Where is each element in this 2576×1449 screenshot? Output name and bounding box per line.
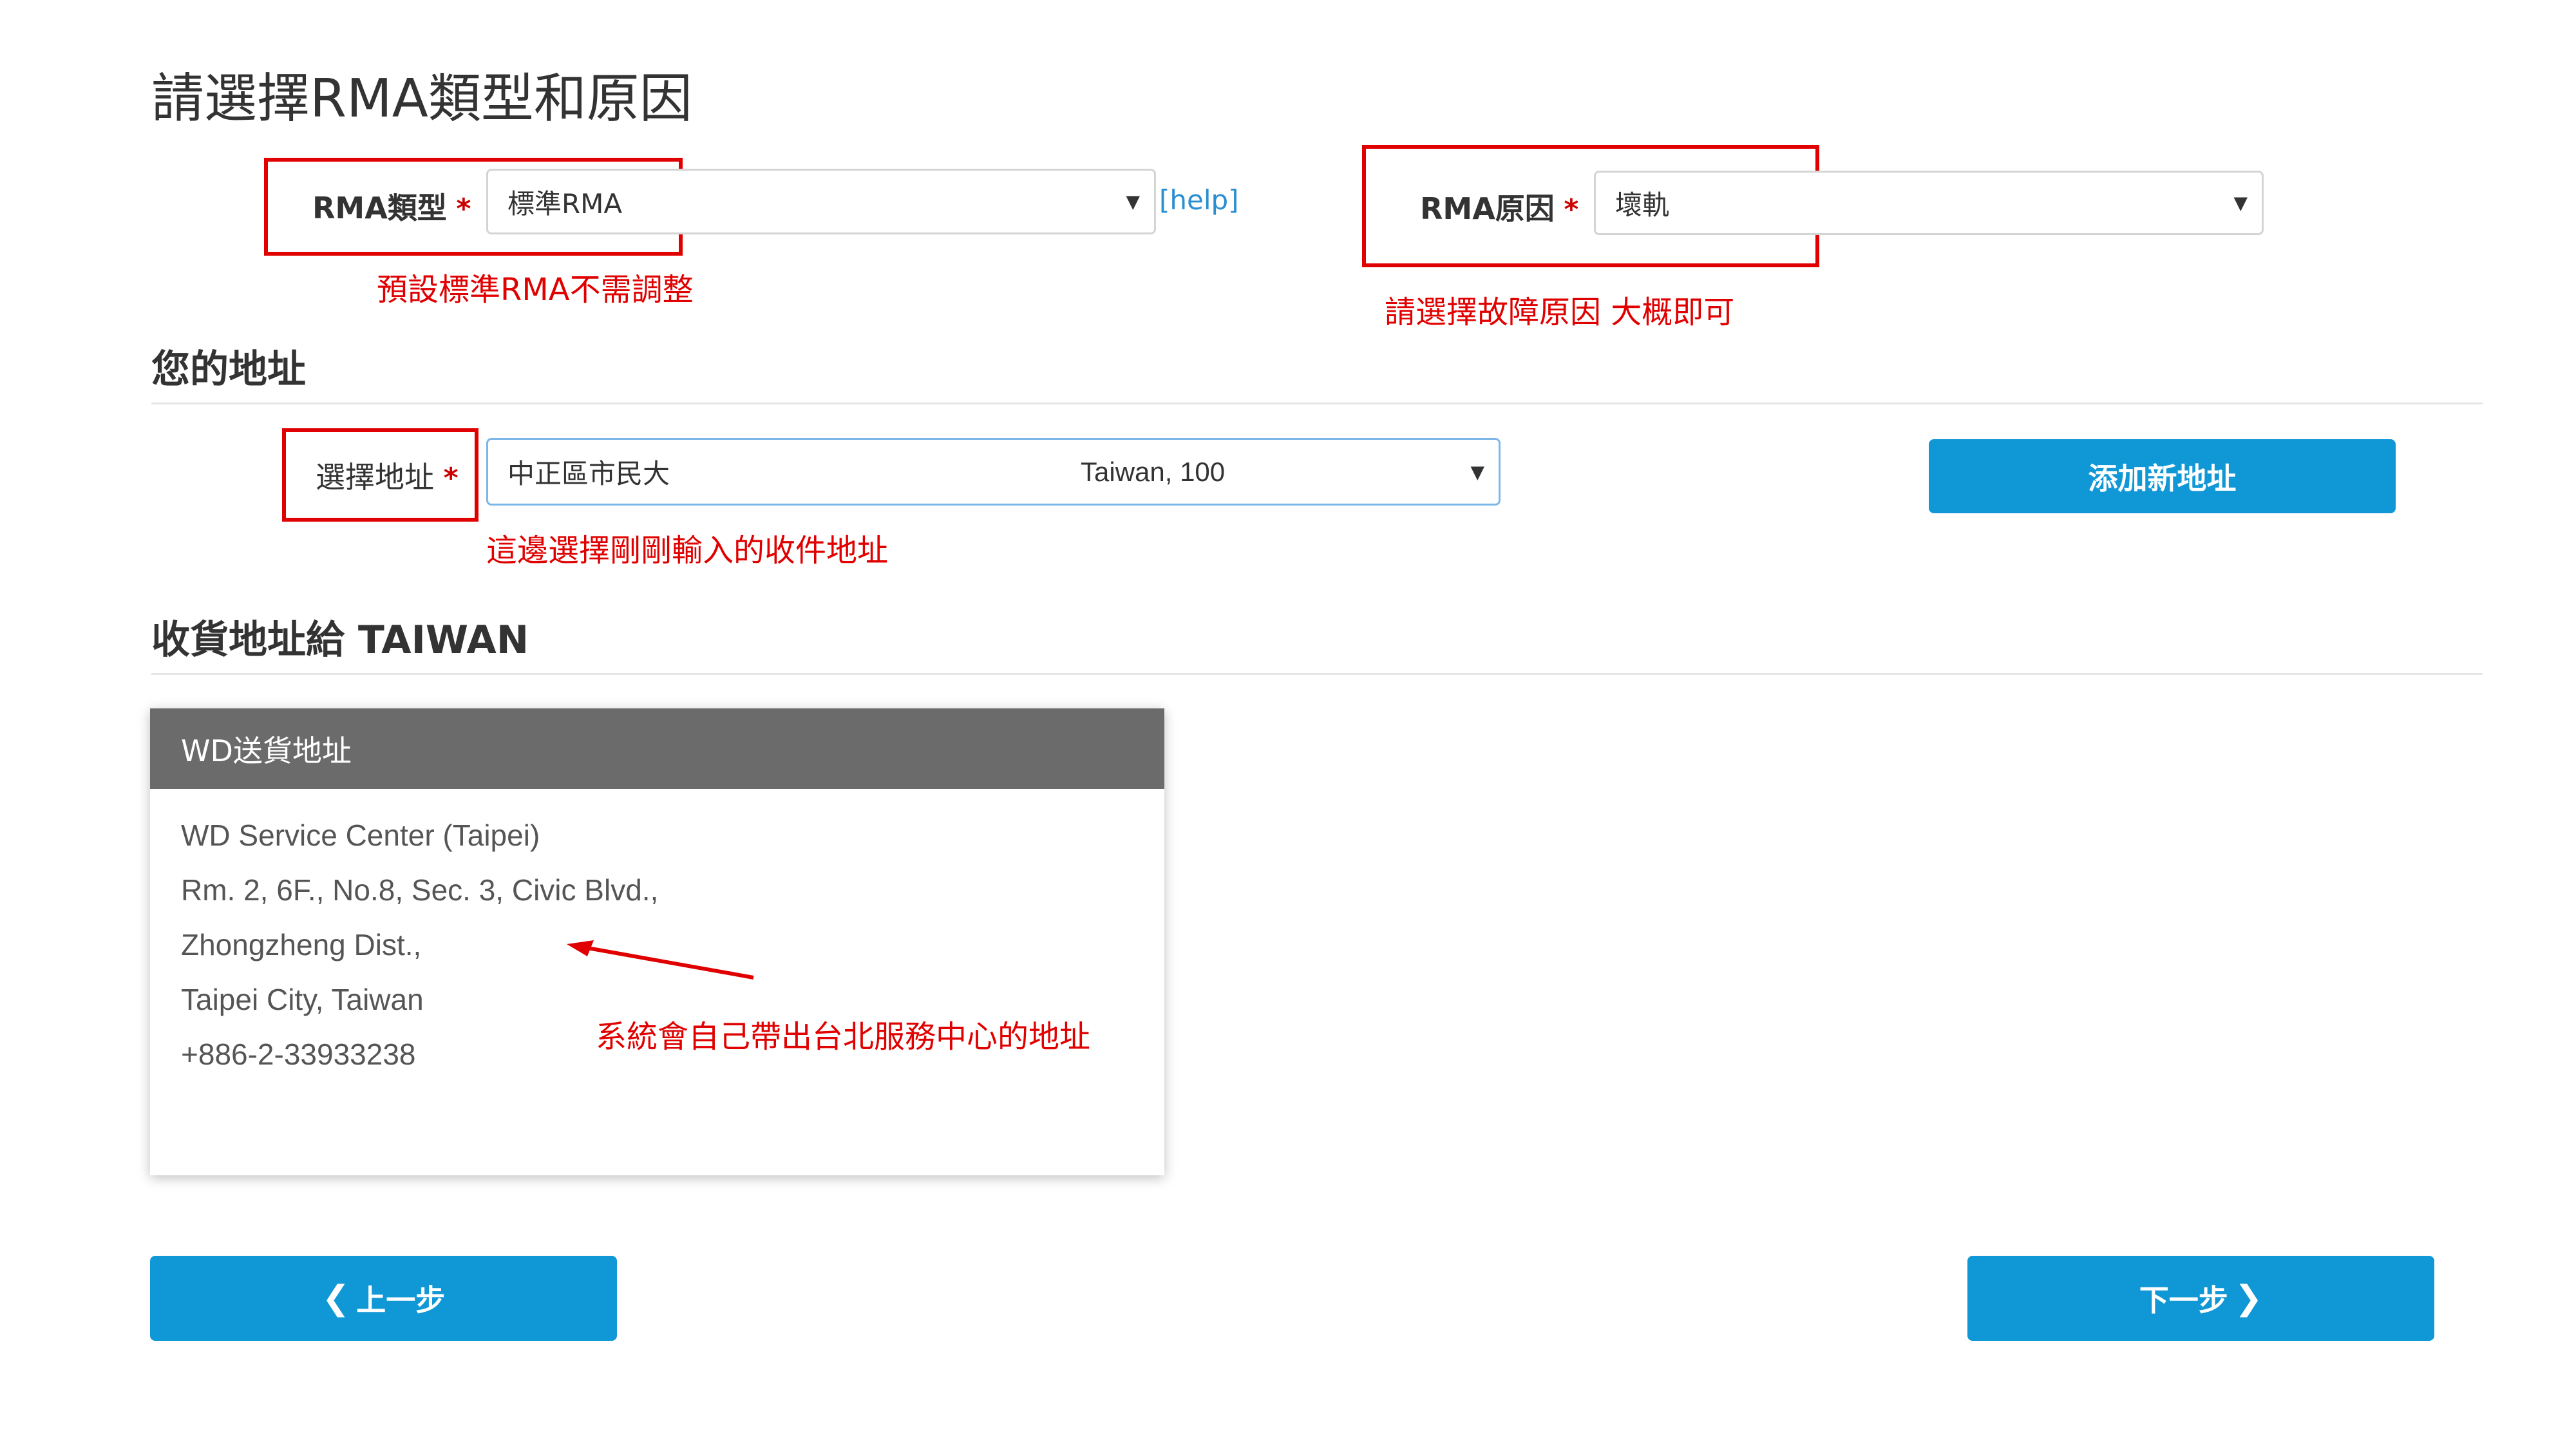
address-note: 這邊選擇剛剛輸入的收件地址 [486, 533, 889, 569]
address-line: Rm. 2, 6F., No.8, Sec. 3, Civic Blvd., [181, 873, 659, 907]
add-address-button[interactable]: 添加新地址 [1929, 439, 2396, 513]
shipping-heading: 收貨地址給 TAIWAN [151, 618, 529, 663]
rma-type-select[interactable]: 標準RMA ▼ [486, 169, 1156, 234]
address-line: WD Service Center (Taipei) [181, 819, 540, 852]
rma-reason-note: 請選擇故障原因 大概即可 [1385, 294, 1735, 330]
chevron-down-icon: ▼ [1470, 461, 1484, 482]
card-title: WD送貨地址 [150, 708, 1164, 789]
chevron-down-icon: ▼ [1126, 191, 1140, 213]
address-select[interactable]: 中正區市民大 Taiwan, 100 ▼ [486, 438, 1501, 506]
divider [151, 402, 2483, 404]
next-button[interactable]: 下一步 ❯ [1967, 1256, 2434, 1341]
rma-type-label: RMA類型 * [312, 191, 471, 225]
help-link[interactable]: [help] [1159, 184, 1239, 216]
chevron-left-icon: ❮ [321, 1279, 350, 1318]
shipping-annotation: 系統會自己帶出台北服務中心的地址 [596, 1019, 1091, 1055]
divider [151, 673, 2483, 675]
rma-reason-select[interactable]: 壞軌 ▼ [1594, 171, 2264, 235]
prev-button[interactable]: ❮ 上一步 [150, 1256, 617, 1341]
page-title: 請選擇RMA類型和原因 [151, 68, 692, 129]
chevron-down-icon: ▼ [2233, 192, 2248, 214]
rma-reason-label: RMA原因 * [1420, 191, 1579, 226]
arrow-icon [567, 940, 754, 980]
rma-type-value: 標準RMA [507, 187, 623, 220]
your-address-heading: 您的地址 [151, 347, 306, 392]
chevron-right-icon: ❯ [2234, 1279, 2263, 1318]
address-select-label: 選擇地址 * [316, 460, 459, 495]
address-select-value-suffix: Taiwan, 100 [1081, 456, 1226, 487]
rma-reason-value: 壞軌 [1615, 189, 1670, 221]
address-select-value: 中正區市民大 [507, 458, 670, 489]
rma-type-note: 預設標準RMA不需調整 [377, 272, 694, 308]
